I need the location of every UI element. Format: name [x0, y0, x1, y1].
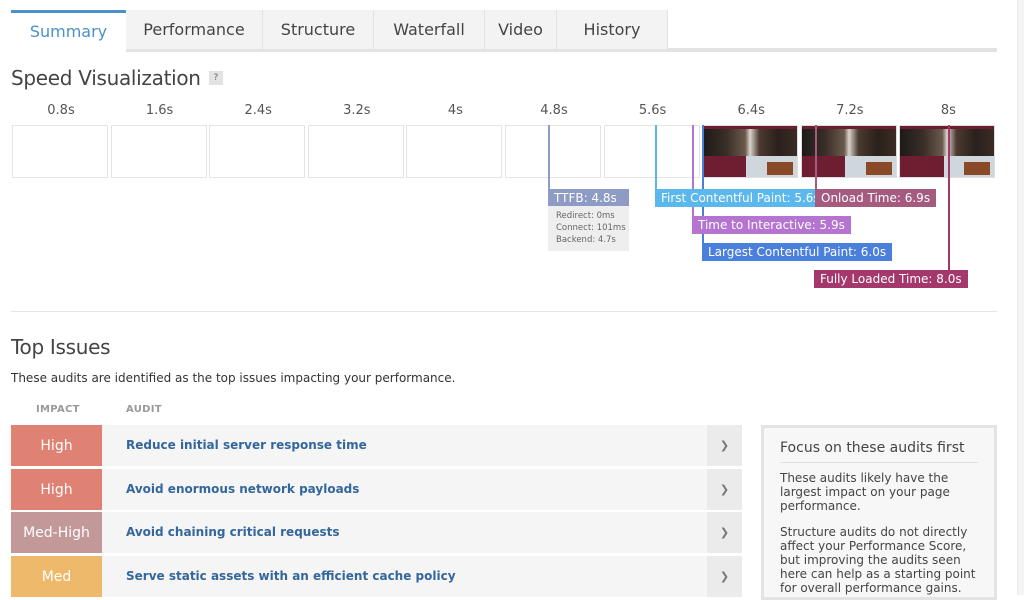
- timeline-tick-label: 3.2s: [343, 103, 371, 118]
- section-divider: [11, 311, 997, 312]
- screenshot-photo: [865, 162, 892, 175]
- filmstrip-frame-blank[interactable]: [110, 125, 207, 178]
- issue-row[interactable]: High Avoid enormous network payloads ❯: [11, 469, 742, 510]
- fcp-marker-line: [655, 125, 657, 189]
- timeline-tick-label: 7.2s: [836, 103, 864, 118]
- filmstrip-frame-blank[interactable]: [406, 125, 503, 178]
- focus-panel-text: These audits likely have the largest imp…: [780, 471, 950, 513]
- scrollbar-track[interactable]: [1017, 0, 1024, 595]
- fully-loaded-label: Fully Loaded Time: 8.0s: [814, 270, 968, 288]
- timeline-tick-label: 4s: [447, 103, 463, 118]
- impact-badge: High: [11, 469, 102, 510]
- top-issues-title: Top Issues: [11, 335, 111, 359]
- ttfb-backend: Backend: 4.7s: [556, 235, 616, 245]
- issue-row[interactable]: Med Serve static assets with an efficien…: [11, 556, 742, 597]
- screenshot-header: [703, 126, 798, 129]
- audit-column-header: AUDIT: [126, 404, 162, 415]
- ttfb-connect: Connect: 101ms: [556, 223, 626, 233]
- screenshot-photo: [964, 162, 991, 175]
- fully-loaded-marker-line: [948, 125, 950, 270]
- filmstrip-frame-screenshot[interactable]: [702, 125, 799, 178]
- lcp-label: Largest Contentful Paint: 6.0s: [702, 243, 893, 261]
- screenshot-photo: [767, 162, 794, 175]
- help-icon[interactable]: ?: [208, 70, 223, 85]
- issue-row[interactable]: Med-High Avoid chaining critical request…: [11, 512, 742, 553]
- screenshot-hero: [703, 126, 798, 156]
- impact-badge: High: [11, 425, 102, 466]
- screenshot-content-block: [801, 156, 846, 177]
- tab-performance[interactable]: Performance: [126, 10, 263, 49]
- audit-link[interactable]: Reduce initial server response time: [126, 425, 367, 466]
- filmstrip-frame-blank[interactable]: [12, 125, 108, 178]
- timeline-tick-label: 4.8s: [540, 103, 568, 118]
- speed-visualization-heading: Speed Visualization?: [11, 66, 223, 90]
- filmstrip-frame-blank[interactable]: [603, 125, 700, 178]
- audit-link[interactable]: Serve static assets with an efficient ca…: [126, 556, 456, 597]
- onload-label: Onload Time: 6.9s: [815, 189, 937, 207]
- impact-badge: Med-High: [11, 512, 102, 553]
- tab-waterfall[interactable]: Waterfall: [374, 10, 485, 49]
- chevron-down-icon[interactable]: ❯: [707, 512, 742, 553]
- focus-panel-title: Focus on these audits first: [780, 440, 978, 463]
- focus-panel: Focus on these audits first These audits…: [761, 425, 997, 600]
- ttfb-breakdown: Redirect: 0ms Connect: 101ms Backend: 4.…: [548, 206, 629, 251]
- ttfb-redirect: Redirect: 0ms: [556, 211, 615, 221]
- audit-link[interactable]: Avoid enormous network payloads: [126, 469, 359, 510]
- chevron-down-icon[interactable]: ❯: [707, 425, 742, 466]
- timeline-tick-label: 6.4s: [737, 103, 765, 118]
- impact-column-header: IMPACT: [36, 404, 80, 415]
- tab-video[interactable]: Video: [485, 10, 557, 49]
- tti-label: Time to Interactive: 5.9s: [692, 216, 851, 234]
- audit-link[interactable]: Avoid chaining critical requests: [126, 512, 340, 553]
- filmstrip-frame-blank[interactable]: [209, 125, 306, 178]
- report-tabs: Summary Performance Structure Waterfall …: [11, 10, 668, 49]
- screenshot-content-block: [703, 156, 747, 177]
- fcp-label: First Contentful Paint: 5.6s: [655, 189, 826, 207]
- ttfb-marker-line: [548, 125, 550, 189]
- timeline-tick-label: 5.6s: [638, 103, 667, 118]
- filmstrip-frame-blank[interactable]: [505, 125, 601, 178]
- speed-visualization-title: Speed Visualization: [11, 66, 201, 90]
- tab-history[interactable]: History: [557, 10, 668, 49]
- timeline-tick-label: 8s: [940, 103, 956, 118]
- focus-panel-text: Structure audits do not directly affect …: [780, 525, 976, 595]
- top-issues-subtitle: These audits are identified as the top i…: [11, 371, 456, 385]
- tab-structure[interactable]: Structure: [263, 10, 374, 49]
- timeline-tick-label: 2.4s: [244, 103, 272, 118]
- timeline-tick-label: 0.8s: [47, 103, 75, 118]
- onload-marker-line: [815, 125, 817, 189]
- ttfb-label: TTFB: 4.8s: [548, 189, 629, 207]
- tab-summary[interactable]: Summary: [11, 10, 126, 49]
- impact-badge: Med: [11, 556, 102, 597]
- chevron-down-icon[interactable]: ❯: [707, 469, 742, 510]
- screenshot-content-block: [900, 156, 944, 177]
- timeline-tick-label: 1.6s: [145, 103, 174, 118]
- filmstrip-frame-blank[interactable]: [307, 125, 404, 178]
- chevron-down-icon[interactable]: ❯: [707, 556, 742, 597]
- issue-row[interactable]: High Reduce initial server response time…: [11, 425, 742, 466]
